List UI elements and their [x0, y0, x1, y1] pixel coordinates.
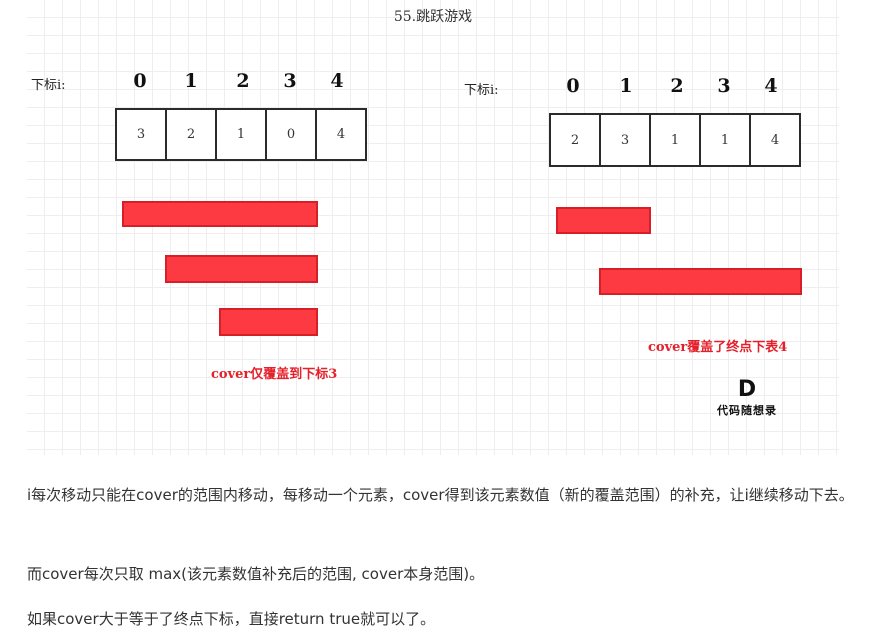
right-array-cell-4: 4	[749, 113, 801, 167]
right-array-cell-3: 1	[699, 113, 751, 167]
left-index-0: 0	[133, 70, 147, 92]
left-index-label: 下标i:	[31, 78, 66, 93]
right-index-0: 0	[566, 75, 580, 97]
right-caption: cover覆盖了终点下表4	[648, 340, 788, 355]
left-index-4: 4	[330, 70, 344, 92]
left-coverage-bar-2	[165, 255, 318, 283]
right-array-cell-0: 2	[549, 113, 601, 167]
left-index-2: 2	[236, 70, 250, 92]
logo: D 代码随想录	[712, 378, 782, 418]
left-index-1: 1	[184, 70, 198, 92]
right-index-2: 2	[670, 75, 684, 97]
left-array-cell-1: 2	[165, 108, 217, 161]
right-coverage-bar-2	[599, 268, 802, 295]
right-array-cell-1: 3	[599, 113, 651, 167]
left-index-3: 3	[283, 70, 297, 92]
left-coverage-bar-3	[219, 308, 318, 336]
explanation-paragraph-2: 而cover每次只取 max(该元素数值补充后的范围, cover本身范围)。	[27, 565, 485, 583]
right-index-label: 下标i:	[464, 83, 499, 98]
right-array-cell-2: 1	[649, 113, 701, 167]
jump-game-figure: 55.跳跃游戏 下标i: 0 1 2 3 4 3 2 1 0 4 cover仅覆…	[27, 0, 839, 455]
right-index-3: 3	[717, 75, 731, 97]
right-index-1: 1	[619, 75, 633, 97]
logo-d-icon: D	[737, 377, 757, 402]
left-caption: cover仅覆盖到下标3	[211, 367, 338, 382]
right-coverage-bar-1	[556, 207, 651, 234]
left-coverage-bar-1	[122, 201, 318, 227]
left-array-cell-3: 0	[265, 108, 317, 161]
left-array-cell-4: 4	[315, 108, 367, 161]
left-array-cell-2: 1	[215, 108, 267, 161]
left-array-cell-0: 3	[115, 108, 167, 161]
explanation-paragraph-1: i每次移动只能在cover的范围内移动，每移动一个元素，cover得到该元素数值…	[27, 486, 854, 504]
figure-title: 55.跳跃游戏	[393, 9, 473, 25]
right-index-4: 4	[764, 75, 778, 97]
logo-text: 代码随想录	[717, 404, 777, 417]
explanation-paragraph-3: 如果cover大于等于了终点下标，直接return true就可以了。	[27, 610, 436, 628]
